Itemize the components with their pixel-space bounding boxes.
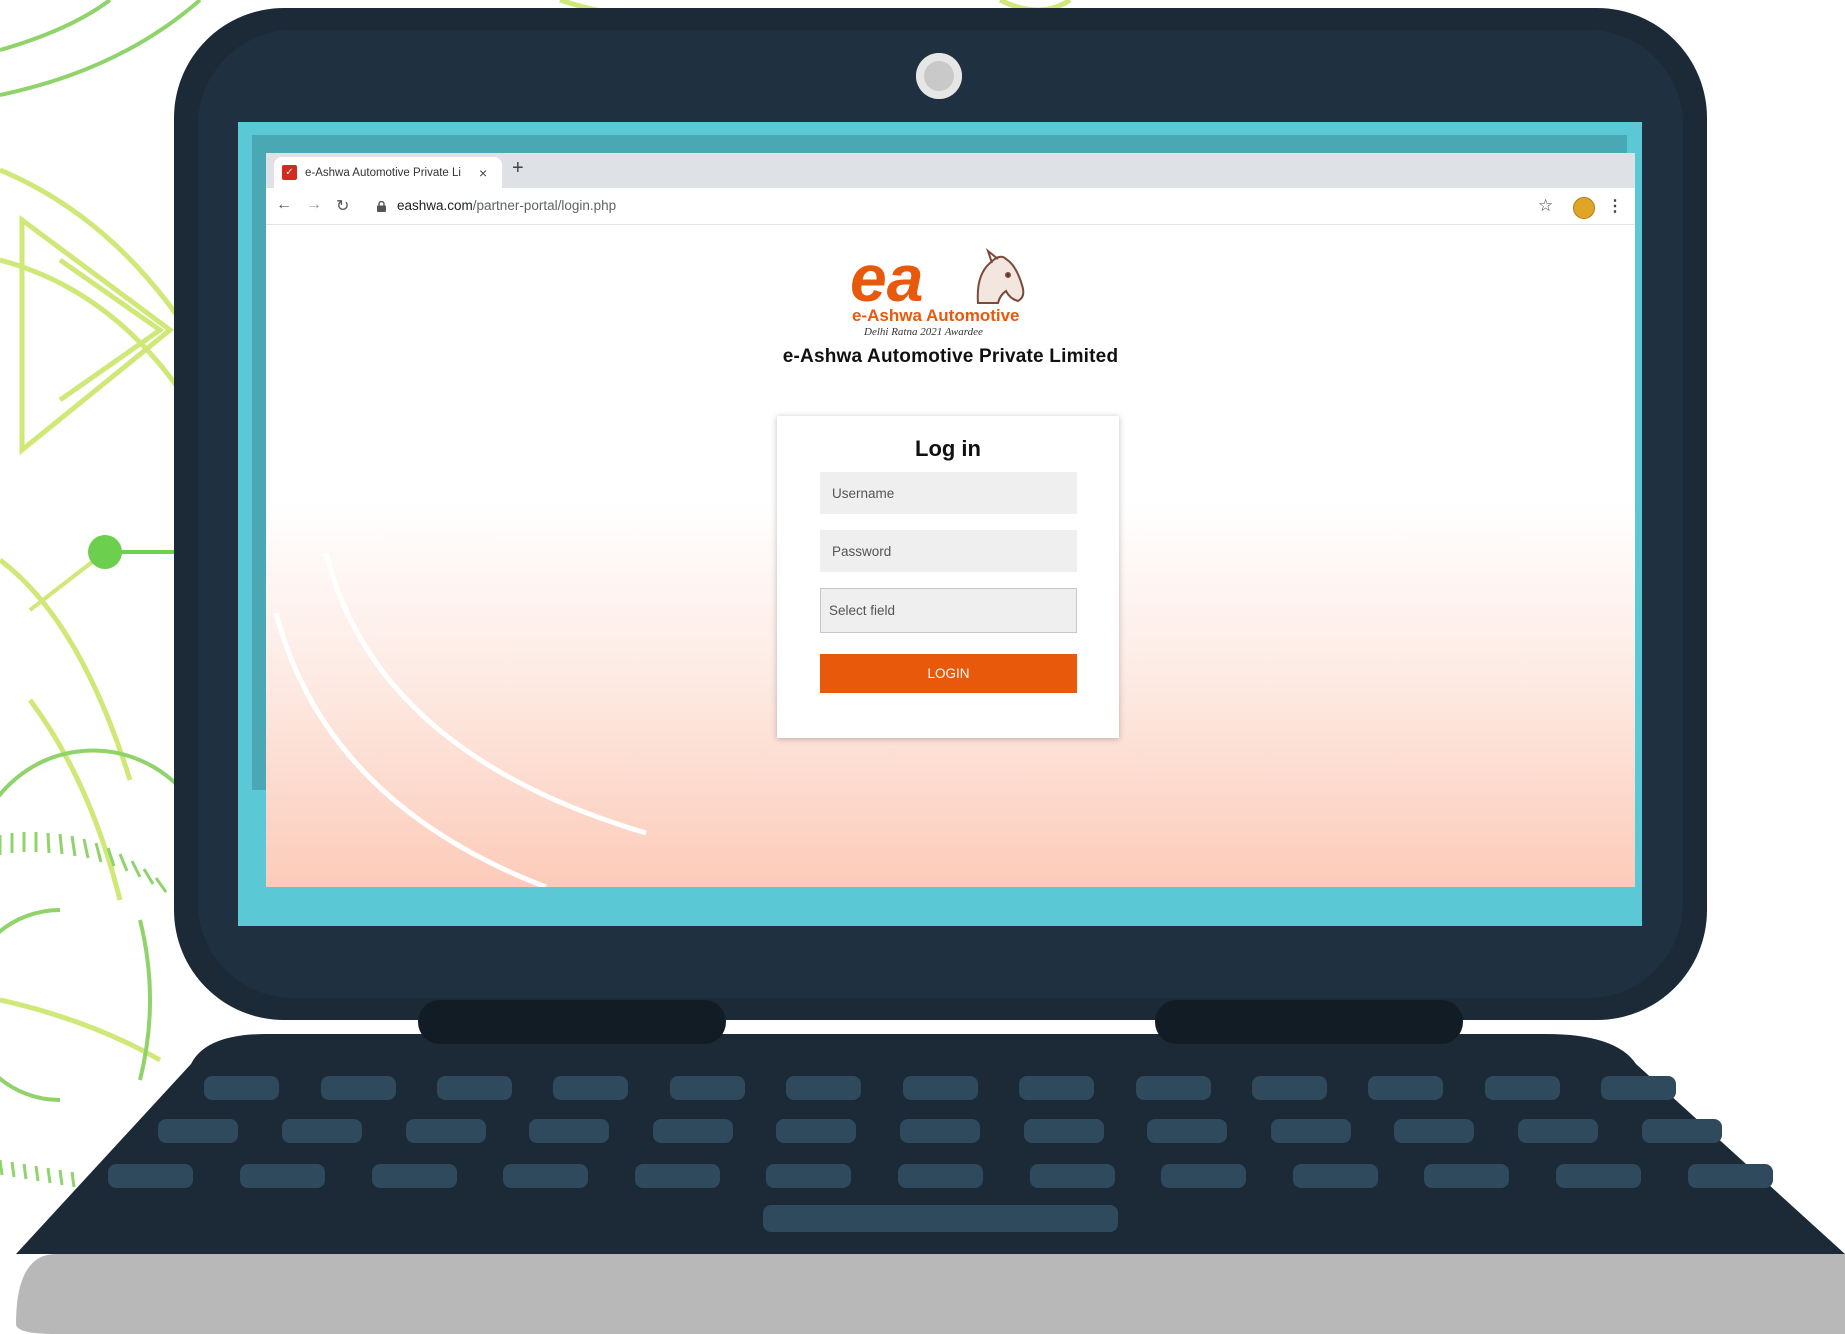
role-select[interactable]: Select field [820, 588, 1077, 633]
keyboard-key [1394, 1119, 1474, 1143]
keyboard-key [1485, 1076, 1560, 1100]
keyboard-key [653, 1119, 733, 1143]
keyboard-key [1642, 1119, 1722, 1143]
spacebar-key [763, 1205, 1118, 1232]
keyboard-key [1293, 1164, 1378, 1188]
keyboard-key [1424, 1164, 1509, 1188]
keyboard-key [1556, 1164, 1641, 1188]
keyboard-key [529, 1119, 609, 1143]
star-icon[interactable]: ☆ [1538, 196, 1553, 216]
back-icon[interactable]: ← [276, 196, 292, 214]
favicon-icon: ✓ [282, 165, 297, 180]
url-path: /partner-portal/login.php [472, 198, 617, 213]
keyboard-key [282, 1119, 362, 1143]
keyboard-key [1024, 1119, 1104, 1143]
keyboard-key [108, 1164, 193, 1188]
logo-mark: ea [850, 245, 923, 315]
login-button[interactable]: LOGIN [820, 654, 1077, 693]
horse-icon [976, 248, 1025, 304]
tab-title: e-Ashwa Automotive Private Li [305, 166, 461, 179]
keyboard-key [1161, 1164, 1246, 1188]
password-field[interactable] [820, 530, 1077, 572]
forward-icon[interactable]: → [306, 196, 322, 214]
keyboard-key [1030, 1164, 1115, 1188]
url-field[interactable]: eashwa.com/partner-portal/login.php [397, 198, 616, 213]
company-name: e-Ashwa Automotive Private Limited [782, 346, 1119, 367]
keyboard-key [1518, 1119, 1598, 1143]
lock-icon [377, 201, 386, 212]
keyboard-key [898, 1164, 983, 1188]
brand-logo: ea e-Ashwa Automotive Delhi Ratna 2021 A… [850, 241, 1040, 341]
close-tab-icon[interactable]: × [479, 165, 487, 181]
keyboard-key [372, 1164, 457, 1188]
keyboard-key [437, 1076, 512, 1100]
keyboard-key [903, 1076, 978, 1100]
keyboard-key [776, 1119, 856, 1143]
username-field[interactable] [820, 472, 1077, 514]
keyboard-key [158, 1119, 238, 1143]
keyboard-key [635, 1164, 720, 1188]
keyboard-key [1252, 1076, 1327, 1100]
decorative-arc [273, 553, 647, 887]
login-title: Log in [915, 436, 981, 461]
keyboard-key [1368, 1076, 1443, 1100]
keyboard-key [766, 1164, 851, 1188]
keyboard-key [1271, 1119, 1351, 1143]
keyboard-key [204, 1076, 279, 1100]
new-tab-button[interactable]: + [512, 157, 524, 180]
keyboard-key [553, 1076, 628, 1100]
browser-window: ✓ e-Ashwa Automotive Private Li × + ← → … [266, 153, 1635, 887]
keyboard-key [240, 1164, 325, 1188]
keyboard-key [503, 1164, 588, 1188]
keyboard-key [1688, 1164, 1773, 1188]
logo-brand-line: e-Ashwa Automotive [852, 306, 1020, 325]
profile-icon[interactable] [1573, 197, 1595, 219]
browser-tab[interactable]: ✓ e-Ashwa Automotive Private Li × [274, 157, 502, 188]
keyboard-key [1136, 1076, 1211, 1100]
keyboard-key [786, 1076, 861, 1100]
keyboard-key [670, 1076, 745, 1100]
keyboard-key [1601, 1076, 1676, 1100]
keyboard-key [1147, 1119, 1227, 1143]
kebab-menu-icon[interactable]: ⋮ [1607, 196, 1623, 216]
url-domain: eashwa.com [397, 198, 473, 213]
logo-tagline: Delhi Ratna 2021 Awardee [863, 326, 983, 338]
reload-icon[interactable]: ↻ [336, 196, 349, 216]
keyboard-key [321, 1076, 396, 1100]
keyboard-key [1019, 1076, 1094, 1100]
login-card: Log in Select field LOGIN [777, 416, 1119, 738]
keyboard-key [900, 1119, 980, 1143]
keyboard-key [406, 1119, 486, 1143]
